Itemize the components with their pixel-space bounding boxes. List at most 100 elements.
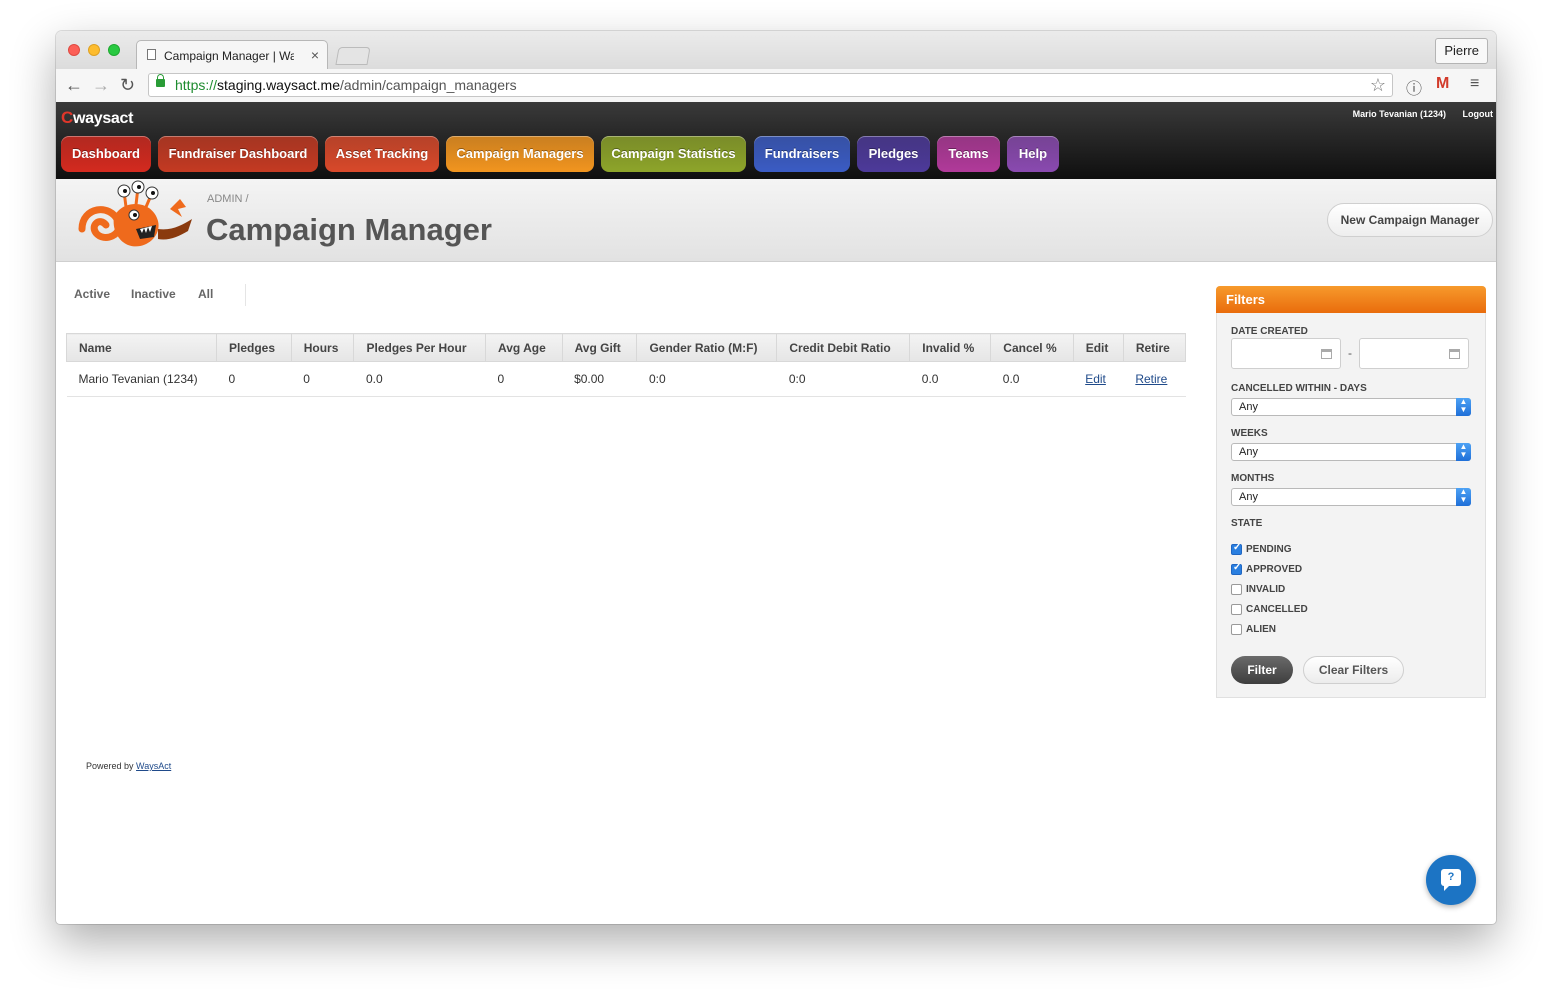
retire-link[interactable]: Retire bbox=[1135, 372, 1167, 386]
cell-avg-gift: $0.00 bbox=[562, 361, 637, 397]
cell-hours: 0 bbox=[291, 361, 354, 397]
browser-window: Campaign Manager | WaysAct × Pierre ← → … bbox=[56, 31, 1496, 924]
menu-icon[interactable]: ≡ bbox=[1470, 75, 1479, 93]
new-tab-button[interactable] bbox=[335, 47, 371, 65]
col-retire: Retire bbox=[1122, 333, 1187, 362]
date-from-input[interactable] bbox=[1231, 338, 1341, 369]
state-invalid-label[interactable]: INVALID bbox=[1246, 584, 1285, 595]
address-bar[interactable]: https://staging.waysact.me/admin/campaig… bbox=[148, 73, 1393, 97]
state-pending-label[interactable]: PENDING bbox=[1246, 544, 1292, 555]
close-window-button[interactable] bbox=[68, 44, 80, 56]
extension-icon[interactable]: ⓘ bbox=[1406, 75, 1422, 99]
select-arrows-icon: ▲ ▼ bbox=[1456, 398, 1471, 416]
cell-name: Mario Tevanian (1234) bbox=[66, 361, 217, 397]
mascot-logo bbox=[78, 180, 192, 247]
filters-panel: Filters DATE CREATED - CANCELLED WITHIN … bbox=[1216, 286, 1486, 698]
state-approved-checkbox[interactable] bbox=[1231, 562, 1242, 575]
reload-icon[interactable]: ↻ bbox=[120, 75, 135, 96]
state-pending-checkbox[interactable] bbox=[1231, 542, 1242, 555]
nav-teams[interactable]: Teams bbox=[937, 136, 1000, 172]
col-name[interactable]: Name bbox=[66, 333, 217, 362]
campaign-managers-table: Name Pledges Hours Pledges Per Hour Avg … bbox=[66, 333, 1187, 397]
cell-retire: Retire bbox=[1123, 361, 1186, 397]
maximize-window-button[interactable] bbox=[108, 44, 120, 56]
page-header: ADMIN / Campaign Manager New Campaign Ma… bbox=[56, 179, 1496, 262]
col-edit: Edit bbox=[1072, 333, 1124, 362]
footer: Powered by WaysAct bbox=[86, 761, 171, 771]
back-icon[interactable]: ← bbox=[65, 75, 83, 96]
select-arrows-icon: ▲ ▼ bbox=[1456, 443, 1471, 461]
col-hours[interactable]: Hours bbox=[290, 333, 355, 362]
cell-cancel: 0.0 bbox=[990, 361, 1074, 397]
profile-button[interactable]: Pierre bbox=[1435, 38, 1488, 64]
nav-campaign-managers[interactable]: Campaign Managers bbox=[446, 136, 594, 172]
edit-link[interactable]: Edit bbox=[1085, 372, 1106, 386]
cell-pledges: 0 bbox=[216, 361, 292, 397]
calendar-icon[interactable] bbox=[1449, 349, 1460, 359]
forward-icon[interactable]: → bbox=[92, 75, 110, 96]
page-icon bbox=[147, 49, 156, 60]
months-select[interactable]: Any ▲ ▼ bbox=[1231, 488, 1471, 506]
months-label: MONTHS bbox=[1231, 473, 1275, 484]
nav-pledges[interactable]: Pledges bbox=[857, 136, 930, 172]
filter-button[interactable]: Filter bbox=[1231, 656, 1293, 684]
current-user[interactable]: Mario Tevanian (1234) bbox=[1353, 109, 1446, 119]
help-chat-button[interactable]: ? bbox=[1426, 855, 1476, 905]
bookmark-star-icon[interactable]: ☆ bbox=[1370, 74, 1386, 96]
nav-asset-tracking[interactable]: Asset Tracking bbox=[325, 136, 439, 172]
nav-fundraisers[interactable]: Fundraisers bbox=[754, 136, 850, 172]
state-invalid-checkbox[interactable] bbox=[1231, 584, 1242, 595]
url-text: https://staging.waysact.me/admin/campaig… bbox=[175, 77, 517, 93]
col-gender-ratio[interactable]: Gender Ratio (M:F) bbox=[636, 333, 778, 362]
site-header: Cwaysact Mario Tevanian (1234) Logout Da… bbox=[56, 102, 1496, 179]
new-campaign-manager-button[interactable]: New Campaign Manager bbox=[1327, 203, 1493, 237]
filters-title: Filters bbox=[1216, 286, 1486, 313]
scope-tab-all[interactable]: All bbox=[198, 287, 213, 301]
footer-link[interactable]: WaysAct bbox=[136, 761, 171, 771]
cell-avg-age: 0 bbox=[485, 361, 563, 397]
cell-gender-ratio: 0:0 bbox=[636, 361, 777, 397]
cell-pledges-per-hour: 0.0 bbox=[353, 361, 486, 397]
browser-tab[interactable]: Campaign Manager | WaysAct × bbox=[136, 40, 328, 69]
date-to-input[interactable] bbox=[1359, 338, 1469, 369]
nav-campaign-statistics[interactable]: Campaign Statistics bbox=[601, 136, 746, 172]
logout-link[interactable]: Logout bbox=[1463, 109, 1494, 119]
scope-tab-inactive[interactable]: Inactive bbox=[131, 287, 176, 301]
state-cancelled-label[interactable]: CANCELLED bbox=[1246, 604, 1308, 615]
cell-invalid: 0.0 bbox=[909, 361, 991, 397]
state-approved-label[interactable]: APPROVED bbox=[1246, 564, 1302, 575]
state-alien-checkbox[interactable] bbox=[1231, 624, 1242, 635]
gmail-icon[interactable]: M bbox=[1436, 75, 1449, 93]
calendar-icon[interactable] bbox=[1321, 349, 1332, 359]
cell-credit-debit-ratio: 0:0 bbox=[776, 361, 910, 397]
tab-close-icon[interactable]: × bbox=[311, 47, 319, 63]
col-pledges[interactable]: Pledges bbox=[216, 333, 292, 362]
cell-edit: Edit bbox=[1073, 361, 1124, 397]
nav-dashboard[interactable]: Dashboard bbox=[61, 136, 151, 172]
state-alien-label[interactable]: ALIEN bbox=[1246, 624, 1276, 635]
weeks-select[interactable]: Any ▲ ▼ bbox=[1231, 443, 1471, 461]
table-row: Mario Tevanian (1234) 0 0 0.0 0 $0.00 0:… bbox=[66, 361, 1186, 397]
scope-tab-active[interactable]: Active bbox=[74, 287, 110, 301]
footer-text: Powered by bbox=[86, 761, 134, 771]
col-invalid[interactable]: Invalid % bbox=[909, 333, 992, 362]
days-select[interactable]: Any ▲ ▼ bbox=[1231, 398, 1471, 416]
minimize-window-button[interactable] bbox=[88, 44, 100, 56]
lock-icon bbox=[156, 74, 165, 87]
weeks-label: WEEKS bbox=[1231, 428, 1268, 439]
col-avg-age[interactable]: Avg Age bbox=[485, 333, 563, 362]
col-credit-debit-ratio[interactable]: Credit Debit Ratio bbox=[776, 333, 911, 362]
col-cancel[interactable]: Cancel % bbox=[990, 333, 1074, 362]
logo[interactable]: Cwaysact bbox=[61, 108, 133, 128]
days-label: CANCELLED WITHIN - DAYS bbox=[1231, 383, 1367, 394]
col-avg-gift[interactable]: Avg Gift bbox=[561, 333, 638, 362]
col-pledges-per-hour[interactable]: Pledges Per Hour bbox=[353, 333, 486, 362]
state-cancelled-checkbox[interactable] bbox=[1231, 604, 1242, 615]
breadcrumb[interactable]: ADMIN / bbox=[207, 193, 249, 205]
date-created-label: DATE CREATED bbox=[1231, 326, 1308, 337]
divider bbox=[245, 284, 246, 306]
nav-help[interactable]: Help bbox=[1007, 136, 1059, 172]
clear-filters-button[interactable]: Clear Filters bbox=[1303, 656, 1404, 684]
nav-fundraiser-dashboard[interactable]: Fundraiser Dashboard bbox=[158, 136, 318, 172]
page-title: Campaign Manager bbox=[206, 212, 492, 247]
